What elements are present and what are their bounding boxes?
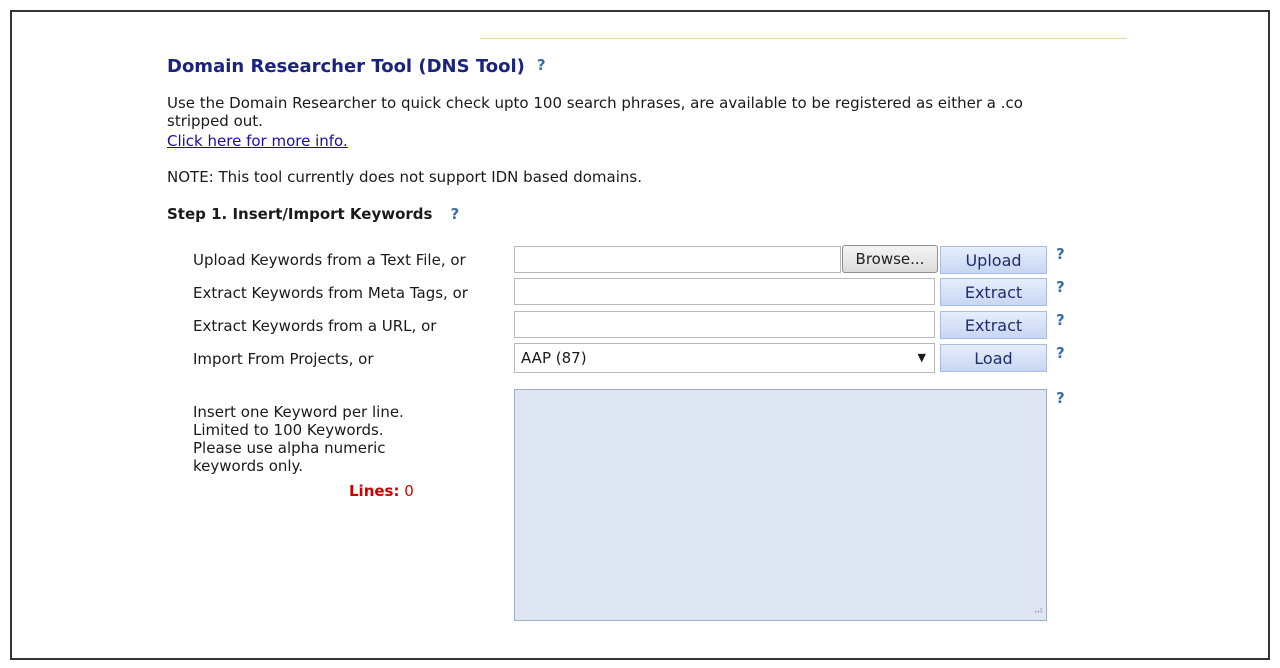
keywords-help-icon[interactable]: ? — [1056, 389, 1065, 407]
extract-meta-button[interactable]: Extract — [940, 278, 1047, 306]
extract-url-button[interactable]: Extract — [940, 311, 1047, 339]
title-help-icon[interactable]: ? — [537, 56, 546, 74]
step1-help-icon[interactable]: ? — [450, 205, 459, 223]
keyword-instructions: Insert one Keyword per line. Limited to … — [193, 403, 404, 475]
resize-grip-icon[interactable]: ⠠⠴ — [1031, 606, 1123, 656]
instruction-line-4: keywords only. — [193, 457, 304, 475]
description-line-1: Use the Domain Researcher to quick check… — [167, 94, 1023, 112]
projects-select[interactable]: AAP (87) ▼ — [514, 343, 935, 373]
load-button[interactable]: Load — [940, 344, 1047, 372]
more-info-link[interactable]: Click here for more info. — [167, 132, 348, 150]
upload-help-icon[interactable]: ? — [1056, 245, 1065, 263]
meta-tags-label: Extract Keywords from Meta Tags, or — [193, 284, 468, 302]
projects-help-icon[interactable]: ? — [1056, 344, 1065, 362]
page-title-text: Domain Researcher Tool (DNS Tool) — [167, 56, 525, 77]
keywords-textarea[interactable] — [514, 389, 1047, 621]
description: Use the Domain Researcher to quick check… — [167, 94, 1127, 130]
idn-note: NOTE: This tool currently does not suppo… — [167, 168, 642, 186]
lines-label: Lines: — [349, 482, 400, 500]
upload-file-input[interactable] — [514, 246, 841, 273]
page-title: Domain Researcher Tool (DNS Tool)? — [167, 56, 546, 77]
url-label: Extract Keywords from a URL, or — [193, 317, 437, 335]
window-frame: Domain Researcher Tool (DNS Tool)? Use t… — [10, 10, 1270, 660]
instruction-line-1: Insert one Keyword per line. — [193, 403, 404, 421]
step1-heading: Step 1. Insert/Import Keywords? — [167, 205, 459, 223]
upload-button[interactable]: Upload — [940, 246, 1047, 274]
description-line-2: stripped out. — [167, 112, 263, 130]
instruction-line-3: Please use alpha numeric — [193, 439, 386, 457]
projects-label: Import From Projects, or — [193, 350, 374, 368]
projects-selected-value: AAP (87) — [521, 349, 587, 367]
url-help-icon[interactable]: ? — [1056, 311, 1065, 329]
step1-heading-text: Step 1. Insert/Import Keywords — [167, 205, 433, 223]
browse-button[interactable]: Browse... — [842, 245, 938, 273]
main-content: Domain Researcher Tool (DNS Tool)? Use t… — [167, 12, 1127, 658]
upload-label: Upload Keywords from a Text File, or — [193, 251, 466, 269]
lines-count: 0 — [404, 482, 414, 500]
instruction-line-2: Limited to 100 Keywords. — [193, 421, 384, 439]
meta-tags-input[interactable] — [514, 278, 935, 305]
lines-counter: Lines: 0 — [349, 482, 414, 500]
caret-down-icon: ▼ — [917, 351, 926, 364]
top-divider — [480, 38, 1127, 39]
url-input[interactable] — [514, 311, 935, 338]
meta-help-icon[interactable]: ? — [1056, 278, 1065, 296]
